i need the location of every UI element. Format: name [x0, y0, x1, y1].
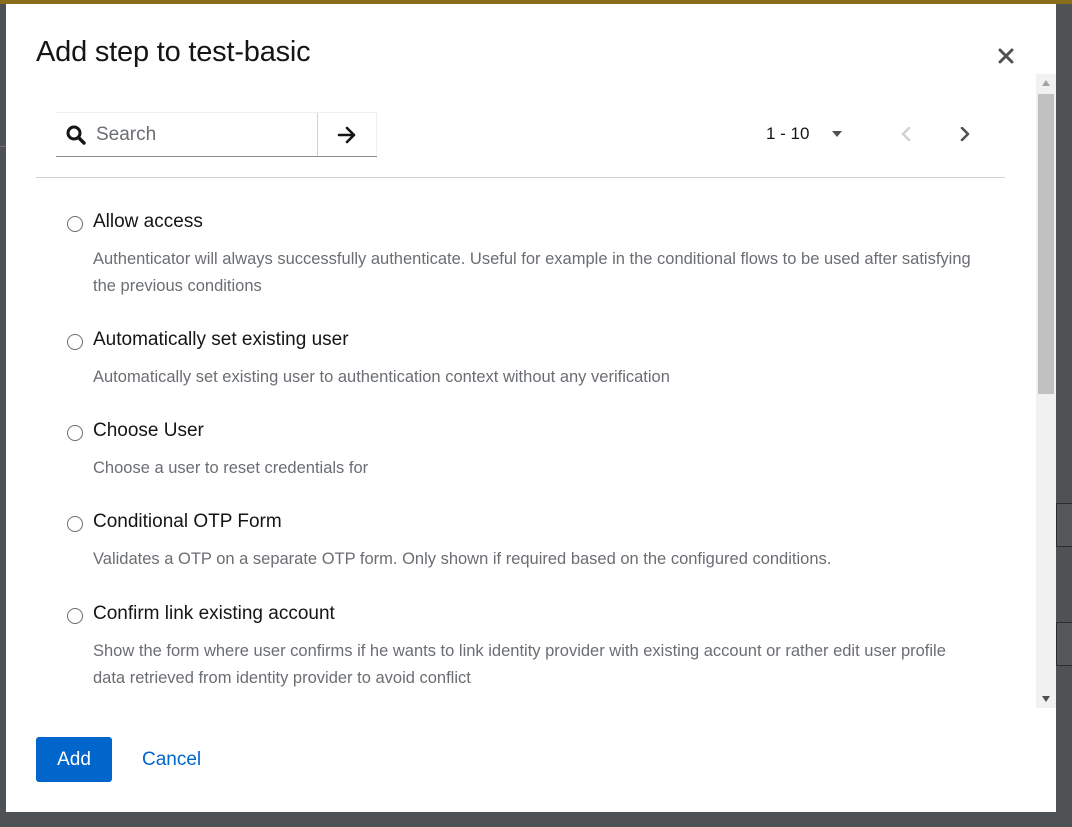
search-input[interactable] [56, 113, 317, 156]
item-description: Validates a OTP on a separate OTP form. … [93, 550, 832, 568]
item-label[interactable]: Automatically set existing user [93, 329, 349, 351]
radio-confirm-link-existing-account[interactable] [67, 608, 83, 624]
item-description: Automatically set existing user to authe… [93, 368, 670, 386]
radio-conditional-otp-form[interactable] [67, 516, 83, 532]
item-description: Show the form where user confirms if he … [93, 642, 946, 687]
caret-down-icon [832, 131, 843, 137]
add-step-modal: Add step to test-basic 1 - 10 [6, 4, 1056, 812]
item-description: Authenticator will always successfully a… [93, 250, 971, 295]
angle-right-icon [960, 127, 970, 141]
authenticator-list: Allow access Authenticator will always s… [36, 178, 1005, 708]
item-label[interactable]: Allow access [93, 211, 203, 233]
search-group [56, 112, 377, 157]
arrow-right-icon [337, 126, 356, 143]
item-label[interactable]: Choose User [93, 420, 204, 442]
add-button[interactable]: Add [36, 737, 112, 782]
item-description: Choose a user to reset credentials for [93, 459, 369, 477]
pagination-range: 1 - 10 [766, 124, 810, 143]
radio-automatically-set-existing-user[interactable] [67, 334, 83, 350]
previous-page-button[interactable] [894, 122, 918, 146]
close-icon [998, 48, 1014, 64]
next-page-button[interactable] [953, 122, 977, 146]
cancel-button[interactable]: Cancel [128, 737, 215, 782]
item-label[interactable]: Conditional OTP Form [93, 511, 282, 533]
close-button[interactable] [994, 44, 1018, 68]
search-field [56, 113, 317, 156]
triangle-up-icon [1042, 80, 1050, 86]
scroll-up-arrow[interactable] [1036, 74, 1056, 92]
backdrop-control-2 [1056, 622, 1072, 666]
pagination-toggle[interactable]: 1 - 10 [766, 120, 843, 148]
backdrop-control-1 [1056, 503, 1072, 547]
scrollbar-thumb[interactable] [1038, 94, 1054, 394]
scroll-down-arrow[interactable] [1036, 690, 1056, 708]
item-label[interactable]: Confirm link existing account [93, 603, 335, 625]
search-submit-button[interactable] [317, 113, 377, 156]
radio-choose-user[interactable] [67, 425, 83, 441]
list-scrollbar[interactable] [1036, 74, 1056, 708]
triangle-down-icon [1042, 696, 1050, 702]
angle-left-icon [901, 127, 911, 141]
modal-title: Add step to test-basic [36, 36, 311, 68]
radio-allow-access[interactable] [67, 216, 83, 232]
